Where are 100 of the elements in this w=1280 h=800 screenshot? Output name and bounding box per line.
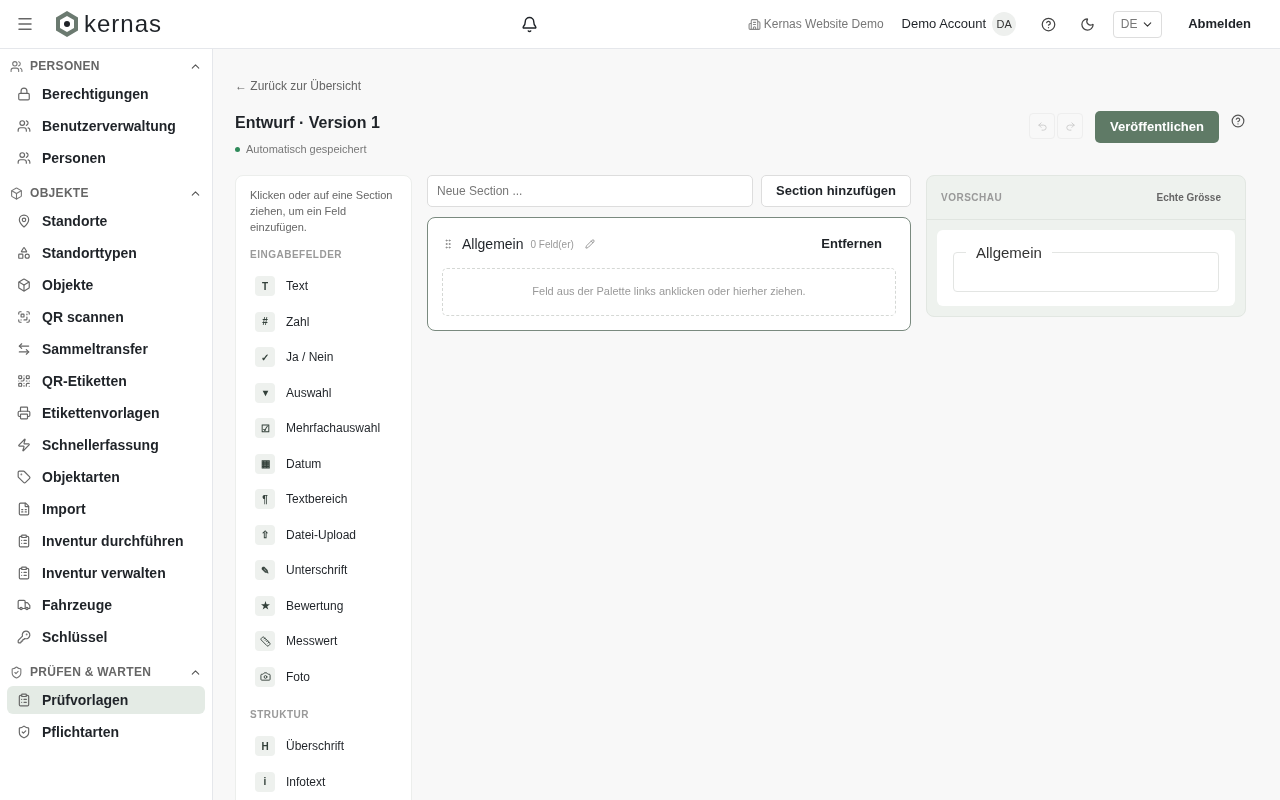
remove-section-button[interactable]: Entfernen [821, 234, 882, 254]
save-status: Automatisch gespeichert [246, 142, 367, 157]
nav-icon [17, 151, 31, 165]
section-icon [10, 665, 23, 679]
nav-icon [17, 502, 31, 516]
page-title: Entwurf · Version 1 [235, 113, 381, 133]
sidebar-item[interactable]: Personen [7, 144, 205, 172]
nav-icon [17, 725, 31, 739]
palette-item[interactable]: ✓ Ja / Nein [250, 339, 397, 375]
field-type-glyph: ▾ [255, 382, 275, 403]
field-type-glyph: ⇧ [255, 524, 275, 545]
ruler-icon [255, 631, 275, 652]
help-icon[interactable] [1231, 114, 1245, 128]
field-count: 0 Feld(er) [530, 237, 574, 252]
undo-icon [1036, 120, 1048, 132]
redo-icon [1064, 120, 1076, 132]
palette-group-title: STRUKTUR [250, 707, 310, 722]
sidebar-item[interactable]: Etikettenvorlagen [7, 399, 205, 427]
sidebar-item[interactable]: Inventur durchführen [7, 527, 205, 555]
palette-item[interactable]: ¶ Textbereich [250, 481, 397, 517]
sidebar-item[interactable]: Sammeltransfer [7, 335, 205, 363]
nav-icon [17, 246, 31, 260]
building-icon [747, 17, 761, 31]
field-type-glyph: H [255, 736, 275, 757]
palette-item[interactable]: ▦ Datum [250, 446, 397, 482]
section-name-field[interactable]: Neue Section ... [427, 174, 754, 207]
camera-icon [255, 666, 275, 687]
notifications-icon[interactable] [521, 15, 539, 33]
nav-icon [17, 342, 31, 356]
menu-icon[interactable] [16, 15, 34, 33]
nav-icon [17, 534, 31, 548]
language-select[interactable]: DE [1113, 10, 1163, 38]
nav-icon [17, 310, 31, 324]
logo-text: kernas [84, 12, 163, 36]
field-type-glyph: # [255, 311, 275, 332]
help-icon[interactable] [1041, 16, 1057, 32]
logout-button[interactable]: Abmelden [1188, 14, 1251, 34]
nav-icon [17, 406, 31, 420]
palette-item[interactable]: ⇧ Datei-Upload [250, 517, 397, 553]
nav-icon [17, 630, 31, 644]
drop-zone: Feld aus der Palette links anklicken oder hierher ziehen. [442, 267, 896, 316]
sidebar-item[interactable]: Standorttypen [7, 239, 205, 267]
sidebar-section-title[interactable]: OBJEKTE [30, 184, 189, 202]
sidebar-item[interactable]: Schnellerfassung [7, 431, 205, 459]
sidebar-item[interactable]: Objektarten [7, 463, 205, 491]
preview-title: VORSCHAU [941, 190, 1003, 205]
avatar[interactable]: DA [992, 12, 1017, 36]
section-name: Allgemein [462, 234, 524, 254]
field-type-glyph: ✓ [255, 347, 275, 368]
publish-button[interactable]: Veröffentlichen [1095, 111, 1219, 143]
palette-item[interactable]: # Zahl [250, 304, 397, 340]
nav-icon [17, 278, 31, 292]
nav-icon [17, 214, 31, 228]
field-type-glyph: ¶ [255, 489, 275, 510]
sidebar-item[interactable]: Inventur verwalten [7, 559, 205, 587]
nav-icon [17, 693, 31, 707]
sidebar-item[interactable]: Benutzerverwaltung [7, 112, 205, 140]
field-type-glyph: ✎ [255, 560, 275, 581]
palette-item[interactable]: ▾ Auswahl [250, 375, 397, 411]
field-type-glyph: ★ [255, 595, 275, 616]
palette-item[interactable]: i Infotext [250, 764, 397, 800]
sidebar-item[interactable]: Import [7, 495, 205, 523]
field-type-glyph: i [255, 771, 275, 792]
palette-item[interactable]: Foto [250, 659, 397, 695]
sidebar-section-title[interactable]: PRÜFEN & WARTEN [30, 663, 189, 681]
palette-item[interactable]: ★ Bewertung [250, 588, 397, 624]
nav-icon [17, 374, 31, 388]
nav-icon [17, 438, 31, 452]
sidebar-item[interactable]: Pflichtarten [7, 718, 205, 746]
palette-item[interactable]: T Text [250, 268, 397, 304]
section-icon [10, 186, 23, 200]
actual-size-button[interactable]: Echte Grösse [1156, 189, 1221, 205]
sidebar-item[interactable]: QR scannen [7, 303, 205, 331]
palette-item[interactable]: H Überschrift [250, 728, 397, 764]
sidebar-item[interactable]: Schlüssel [7, 623, 205, 651]
nav-icon [17, 566, 31, 580]
section-icon [10, 59, 23, 73]
palette-item[interactable]: ✎ Unterschrift [250, 552, 397, 588]
sidebar-item[interactable]: Objekte [7, 271, 205, 299]
field-type-glyph: ☑ [255, 418, 275, 439]
drag-handle-icon[interactable] [442, 238, 454, 250]
nav-icon [17, 87, 31, 101]
sidebar-item[interactable]: Fahrzeuge [7, 591, 205, 619]
add-section-button[interactable]: Section hinzufügen [761, 174, 911, 207]
field-type-glyph: ▦ [255, 453, 275, 474]
sidebar-item[interactable]: Standorte [7, 207, 205, 235]
sidebar-item[interactable]: Berechtigungen [7, 80, 205, 108]
nav-icon [17, 470, 31, 484]
palette-item[interactable]: Messwert [250, 623, 397, 659]
sidebar-section-title[interactable]: PERSONEN [30, 57, 189, 75]
nav-icon [17, 598, 31, 612]
palette-hint: Klicken oder auf eine Section ziehen, um ein Feld einzufügen. [250, 187, 394, 235]
sidebar-item[interactable]: QR-Etiketten [7, 367, 205, 395]
account-name[interactable]: Demo Account [901, 14, 987, 34]
dark-mode-icon[interactable] [1080, 16, 1096, 32]
palette-item[interactable]: ☑ Mehrfachauswahl [250, 410, 397, 446]
back-link[interactable]: ← Zurück zur Übersicht [235, 79, 362, 93]
field-type-glyph: T [255, 276, 275, 297]
sidebar-item[interactable]: Prüfvorlagen [7, 686, 205, 714]
preview-section-title: Allgemein [975, 242, 1043, 263]
